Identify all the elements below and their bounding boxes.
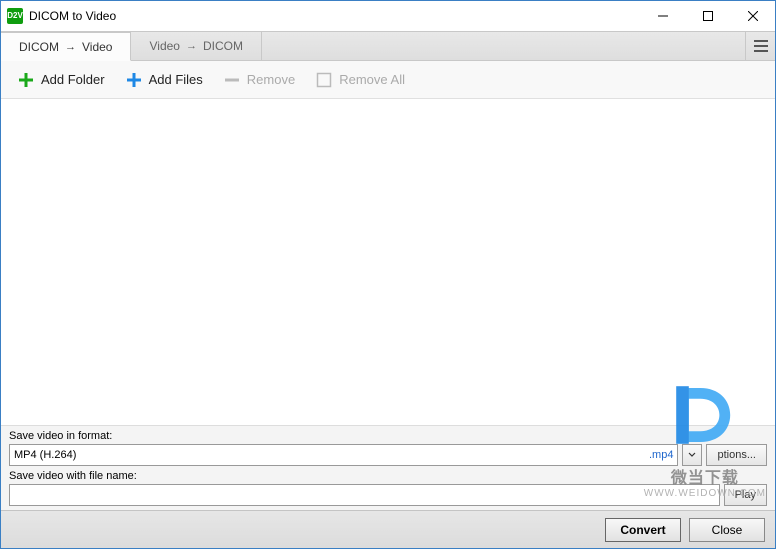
format-extension: .mp4 <box>649 449 673 461</box>
hamburger-icon <box>753 40 769 52</box>
maximize-button[interactable] <box>685 1 730 31</box>
file-list-area <box>1 99 775 425</box>
minus-icon <box>223 71 241 89</box>
app-icon: D2V <box>7 8 23 24</box>
tab-label-a: DICOM <box>19 40 59 54</box>
play-button[interactable]: Play <box>724 484 767 506</box>
convert-label: Convert <box>620 523 665 537</box>
tab-dicom-to-video[interactable]: DICOM → Video <box>1 32 131 61</box>
plus-icon <box>125 71 143 89</box>
output-settings: Save video in format: MP4 (H.264) .mp4 p… <box>1 425 775 510</box>
tab-video-to-dicom[interactable]: Video → DICOM <box>131 32 261 60</box>
close-label: Close <box>712 523 743 537</box>
titlebar: D2V DICOM to Video <box>1 1 775 31</box>
options-button[interactable]: ptions... <box>706 444 767 466</box>
minimize-button[interactable] <box>640 1 685 31</box>
tab-label-a: Video <box>149 39 179 53</box>
play-label: Play <box>735 489 756 501</box>
square-icon <box>315 71 333 89</box>
chevron-down-icon <box>688 452 696 458</box>
close-app-button[interactable]: Close <box>689 518 765 542</box>
format-select[interactable]: MP4 (H.264) .mp4 <box>9 444 678 466</box>
footer: Convert Close <box>1 510 775 548</box>
add-folder-label: Add Folder <box>41 72 105 87</box>
tab-label-b: DICOM <box>203 39 243 53</box>
add-files-button[interactable]: Add Files <box>117 67 211 93</box>
add-files-label: Add Files <box>149 72 203 87</box>
filename-label: Save video with file name: <box>9 470 767 482</box>
remove-all-label: Remove All <box>339 72 405 87</box>
add-folder-button[interactable]: Add Folder <box>9 67 113 93</box>
filename-input[interactable] <box>9 484 720 506</box>
menu-button[interactable] <box>745 32 775 60</box>
remove-all-button[interactable]: Remove All <box>307 67 413 93</box>
close-button[interactable] <box>730 1 775 31</box>
format-label: Save video in format: <box>9 430 767 442</box>
toolbar: Add Folder Add Files Remove Remove All <box>1 61 775 99</box>
remove-button[interactable]: Remove <box>215 67 303 93</box>
format-value: MP4 (H.264) <box>14 449 76 461</box>
options-label: ptions... <box>717 449 756 461</box>
remove-label: Remove <box>247 72 295 87</box>
format-dropdown-button[interactable] <box>682 444 702 466</box>
plus-icon <box>17 71 35 89</box>
arrow-right-icon: → <box>65 41 76 53</box>
arrow-right-icon: → <box>186 40 197 52</box>
tab-bar: DICOM → Video Video → DICOM <box>1 31 775 61</box>
tab-spacer <box>262 32 745 60</box>
tab-label-b: Video <box>82 40 112 54</box>
window-title: DICOM to Video <box>29 9 640 23</box>
convert-button[interactable]: Convert <box>605 518 681 542</box>
